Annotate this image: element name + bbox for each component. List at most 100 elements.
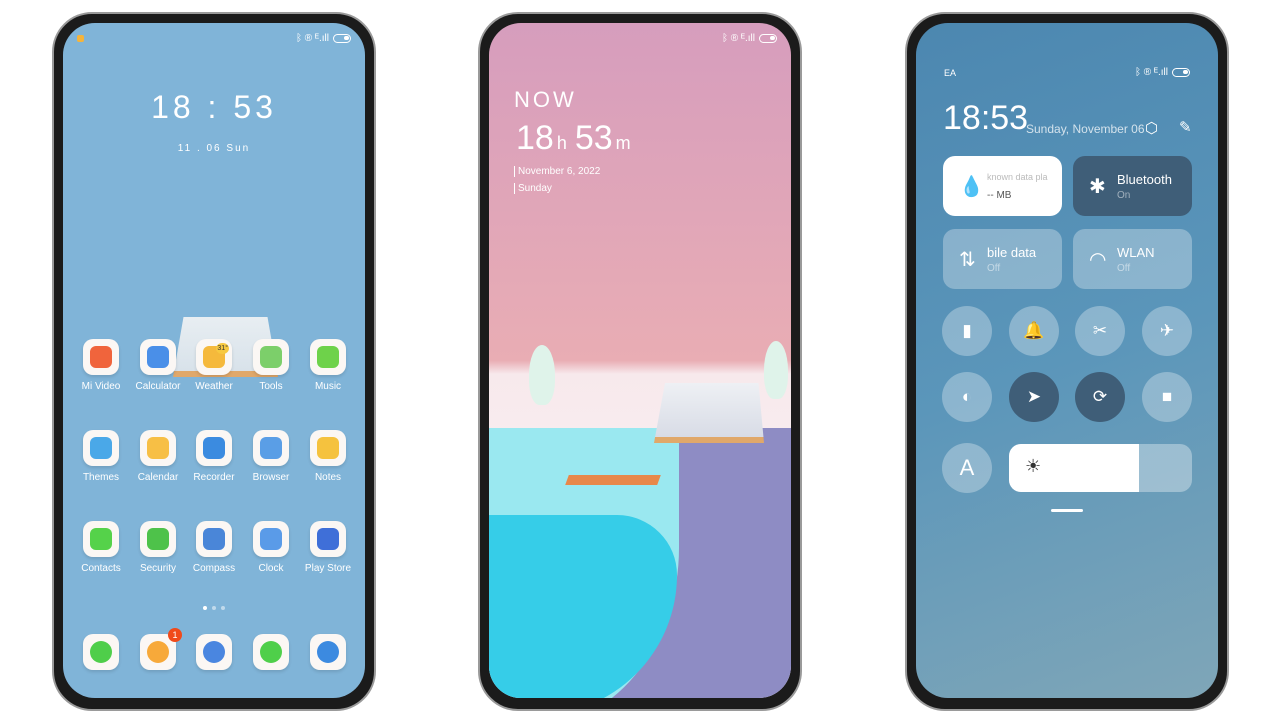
drag-handle[interactable] — [1051, 509, 1083, 512]
minutes-unit: m — [615, 133, 631, 153]
app-mi-video[interactable]: Mi Video — [71, 339, 131, 392]
app-recorder[interactable]: Recorder — [184, 430, 244, 483]
phone-home-screen: ᛒ ® ᴱ.ıll 18 : 53 11 . 06 Sun Mi Video Ca… — [52, 12, 376, 711]
app-label: Clock — [258, 563, 284, 574]
app-label: Notes — [314, 472, 342, 483]
notification-badge: 1 — [168, 628, 182, 642]
status-bar: ᛒ ® ᴱ.ıll — [1135, 67, 1190, 78]
clock-widget[interactable]: 18 : 53 — [63, 89, 365, 126]
app-label: Play Store — [304, 563, 352, 574]
dock-gallery[interactable] — [241, 634, 301, 670]
brightness-slider[interactable]: ☀ — [1009, 444, 1192, 492]
control-center: EA ᛒ ® ᴱ.ıll 18:53 Sunday, November 06 ⬡… — [916, 23, 1218, 698]
app-icon — [253, 521, 289, 557]
edit-icon[interactable]: ✎ — [1179, 118, 1192, 136]
camera-icon — [310, 634, 346, 670]
bluetooth-icon: ✱ — [1089, 176, 1106, 198]
app-label: Recorder — [193, 472, 235, 483]
gallery-icon — [253, 634, 289, 670]
app-icon — [253, 339, 289, 375]
app-label: Calendar — [137, 472, 179, 483]
app-play-store[interactable]: Play Store — [298, 521, 358, 574]
app-icon — [253, 430, 289, 466]
app-label: Browser — [252, 472, 290, 483]
date-widget: 11 . 06 Sun — [177, 143, 251, 154]
tile-data-usage[interactable]: 💧 known data pla -- MB — [943, 156, 1062, 216]
auto-brightness-button[interactable]: A — [942, 443, 992, 493]
app-themes[interactable]: Themes — [71, 430, 131, 483]
lock-clock: 18 h 53 m — [516, 119, 631, 158]
app-icon: 31° — [196, 339, 232, 375]
tile-sub: -- MB — [987, 190, 1012, 201]
app-notes[interactable]: Notes — [298, 430, 358, 483]
status-bar: ᛒ ® ᴱ.ıll — [296, 33, 351, 44]
tile-title: WLAN — [1117, 245, 1155, 260]
cabin-illustration — [654, 383, 764, 443]
phone-control-center: EA ᛒ ® ᴱ.ıll 18:53 Sunday, November 06 ⬡… — [905, 12, 1229, 711]
location-toggle[interactable]: ➤ — [1009, 372, 1059, 422]
app-music[interactable]: Music — [298, 339, 358, 392]
video-toggle[interactable]: ■ — [1142, 372, 1192, 422]
bell-icon: 🔔 — [1023, 321, 1045, 340]
rotation-lock-icon: ⟳ — [1092, 387, 1108, 406]
dock-settings[interactable] — [184, 634, 244, 670]
tile-sub: Off — [987, 263, 1001, 274]
app-contacts[interactable]: Contacts — [71, 521, 131, 574]
tile-title: known data pla — [987, 172, 1048, 182]
screenshot-icon: ✂ — [1092, 321, 1108, 340]
hours: 18 — [516, 119, 554, 157]
app-label: Tools — [259, 381, 283, 392]
reading-mode-toggle[interactable]: ◐ — [942, 372, 992, 422]
phone-lock-screen: ᛒ ® ᴱ.ıll NOW 18 h 53 m November 6, 2022 Su… — [478, 12, 802, 711]
flashlight-icon: ▮ — [962, 321, 972, 340]
app-label: Music — [314, 381, 342, 392]
app-icon — [140, 430, 176, 466]
app-label: Mi Video — [81, 381, 121, 392]
settings-icon[interactable]: ⬡ — [1145, 119, 1158, 137]
status-icons: ᛒ ® ᴱ.ıll — [721, 33, 755, 44]
status-icons: ᛒ ® ᴱ.ıll — [1134, 67, 1168, 78]
app-weather[interactable]: 31° Weather — [184, 339, 244, 392]
app-calculator[interactable]: Calculator — [128, 339, 188, 392]
location-icon: ➤ — [1026, 387, 1042, 406]
dock-phone[interactable] — [71, 634, 131, 670]
app-tools[interactable]: Tools — [241, 339, 301, 392]
rotation-lock-toggle[interactable]: ⟳ — [1075, 372, 1125, 422]
notification-icon — [77, 35, 84, 42]
tile-wlan[interactable]: ◠ WLAN Off — [1073, 229, 1192, 289]
status-bar: ᛒ ® ᴱ.ıll — [722, 33, 777, 44]
phone-icon — [83, 634, 119, 670]
airplane-toggle[interactable]: ✈ — [1142, 306, 1192, 356]
app-label: Themes — [82, 472, 120, 483]
carrier-label: EA — [944, 68, 957, 78]
app-browser[interactable]: Browser — [241, 430, 301, 483]
app-label: Contacts — [81, 563, 121, 574]
app-compass[interactable]: Compass — [184, 521, 244, 574]
tree-icon — [764, 341, 788, 399]
flashlight-toggle[interactable]: ▮ — [942, 306, 992, 356]
lock-screen: ᛒ ® ᴱ.ıll NOW 18 h 53 m November 6, 2022 Su… — [489, 23, 791, 698]
app-security[interactable]: Security — [128, 521, 188, 574]
reading-mode-icon: ◐ — [961, 387, 973, 406]
app-clock[interactable]: Clock — [241, 521, 301, 574]
bell-toggle[interactable]: 🔔 — [1009, 306, 1059, 356]
battery-icon — [1172, 68, 1190, 77]
app-label: Security — [139, 563, 177, 574]
app-icon — [140, 521, 176, 557]
screenshot-toggle[interactable]: ✂ — [1075, 306, 1125, 356]
app-calendar[interactable]: Calendar — [128, 430, 188, 483]
tree-icon — [529, 345, 555, 405]
tile-mobile-data[interactable]: ⇅ bile data Off — [943, 229, 1062, 289]
app-icon — [140, 339, 176, 375]
status-icons: ᛒ ® ᴱ.ıll — [295, 33, 329, 44]
now-label: NOW — [514, 87, 577, 112]
tile-bluetooth[interactable]: ✱ Bluetooth On — [1073, 156, 1192, 216]
video-icon: ■ — [1161, 387, 1173, 406]
dock-messages[interactable]: 1 — [128, 628, 188, 670]
dock-camera[interactable] — [298, 634, 358, 670]
page-indicator[interactable] — [203, 606, 225, 610]
sun-icon: ☀ — [1025, 456, 1042, 476]
lock-day: Sunday — [514, 183, 552, 194]
battery-icon — [759, 34, 777, 43]
tile-title: bile data — [987, 245, 1037, 260]
